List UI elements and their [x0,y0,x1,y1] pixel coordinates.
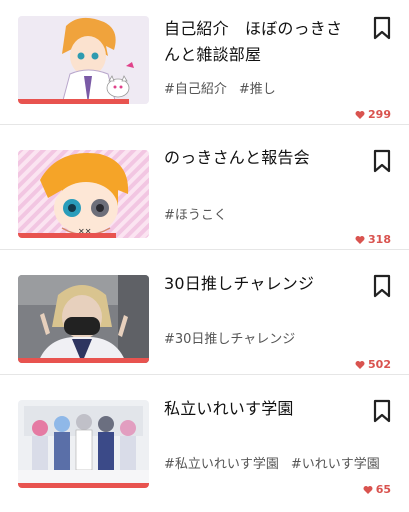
like-count-value: 318 [368,233,391,246]
heart-icon [355,360,365,369]
article-tags: #30日推しチャレンジ [164,328,307,347]
anime-character-with-cat-thumbnail [18,16,149,104]
masked-person-photo-thumbnail [18,275,149,363]
article-thumbnail[interactable] [18,275,149,363]
tag-link[interactable]: #30日推しチャレンジ [164,332,295,347]
heart-icon [355,110,365,119]
bookmark-icon[interactable] [372,399,392,423]
article-title[interactable]: 30日推しチャレンジ [164,271,354,297]
read-progress-bar [18,358,149,363]
list-item[interactable]: 30日推しチャレンジ #30日推しチャレンジ 502 [0,250,409,375]
tag-link[interactable]: #ほうこく [164,208,227,223]
article-tags: #自己紹介 #推し [164,78,288,97]
like-count: 318 [355,233,391,246]
list-item[interactable]: 自己紹介 ほぼのっきさんと雑談部屋 #自己紹介 #推し 299 [0,0,409,125]
group-illustration-thumbnail [18,400,149,488]
article-thumbnail[interactable] [18,400,149,488]
article-title[interactable]: のっきさんと報告会 [164,145,354,171]
tag-link[interactable]: #推し [239,82,276,97]
like-count: 502 [355,358,391,371]
heart-icon [355,235,365,244]
like-count-value: 65 [375,483,391,496]
read-progress-bar [18,99,130,104]
tag-link[interactable]: #自己紹介 [164,82,227,97]
bookmark-icon[interactable] [372,274,392,298]
list-item[interactable]: ✕✕ のっきさんと報告会 #ほうこく 318 [0,125,409,250]
article-tags: #ほうこく [164,204,239,223]
heart-icon [363,485,373,494]
read-progress-bar [18,483,149,488]
tag-link[interactable]: #私立いれいす学園 [164,457,279,472]
tag-link[interactable]: #いれいす学園 [291,457,380,472]
list-item[interactable]: 私立いれいす学園 #私立いれいす学園 #いれいす学園 65 [0,375,409,500]
like-count: 299 [355,108,391,121]
bookmark-icon[interactable] [372,149,392,173]
article-thumbnail[interactable] [18,16,149,104]
article-title[interactable]: 自己紹介 ほぼのっきさんと雑談部屋 [164,16,354,68]
bookmark-icon[interactable] [372,16,392,40]
read-progress-bar [18,233,117,238]
article-title[interactable]: 私立いれいす学園 [164,396,354,422]
like-count: 65 [363,483,391,496]
anime-character-closeup-thumbnail: ✕✕ [18,150,149,238]
article-tags: #私立いれいす学園 #いれいす学園 [164,453,392,472]
like-count-value: 502 [368,358,391,371]
like-count-value: 299 [368,108,391,121]
article-thumbnail[interactable]: ✕✕ [18,150,149,238]
